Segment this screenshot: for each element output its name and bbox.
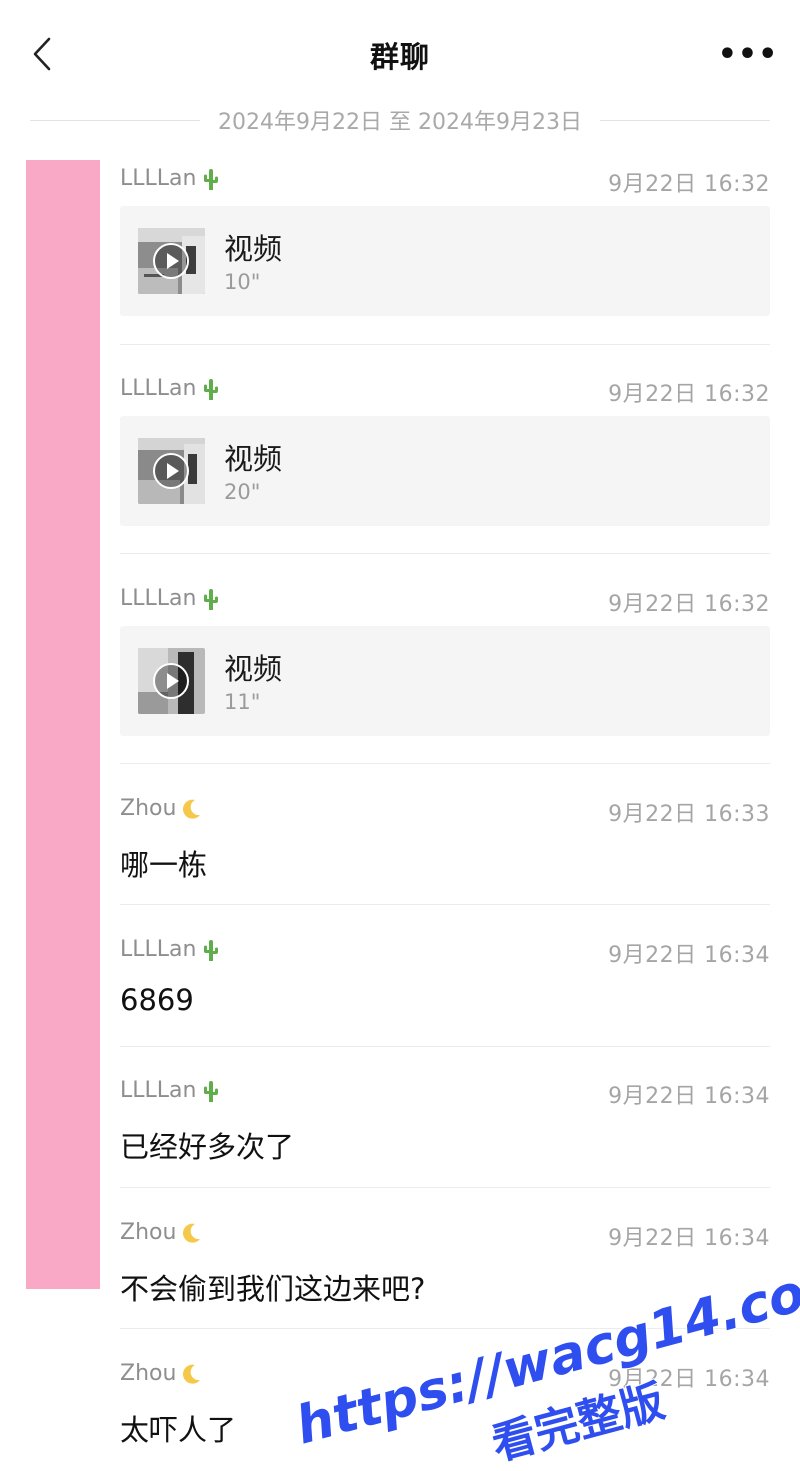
message-time: 9月22日 16:34 [608, 943, 770, 968]
message-divider [120, 904, 770, 905]
page-title: 群聊 [369, 40, 430, 74]
message-divider [120, 553, 770, 554]
more-button[interactable]: ••• [718, 36, 778, 72]
message-item: LLLLan 9月22日 16:32 视频 11" [120, 582, 770, 736]
video-label: 视频 [224, 232, 283, 266]
video-duration: 11" [224, 690, 261, 714]
play-icon [153, 453, 189, 489]
message-divider [120, 1046, 770, 1047]
divider-left [30, 119, 201, 121]
date-range-separator: 2024年9月22日 至 2024年9月23日 [30, 104, 771, 136]
message-divider [120, 1328, 770, 1329]
crescent-moon-icon [180, 1222, 202, 1244]
sender-name: LLLLan [120, 376, 197, 401]
message-divider [120, 344, 770, 345]
date-range-text: 2024年9月22日 至 2024年9月23日 [218, 110, 582, 135]
sender-name: Zhou [120, 1220, 177, 1245]
sender-name: Zhou [120, 1361, 177, 1386]
crescent-moon-icon [180, 798, 202, 820]
sender-name: Zhou [120, 796, 177, 821]
video-duration: 10" [224, 270, 261, 294]
sender-name: LLLLan [120, 1078, 197, 1103]
video-thumbnail [138, 648, 205, 714]
message-text: 不会偷到我们这边来吧? [120, 1272, 426, 1306]
message-text: 太吓人了 [120, 1413, 237, 1447]
video-duration: 20" [224, 480, 261, 504]
video-label: 视频 [224, 442, 283, 476]
more-dots-icon: ••• [717, 36, 779, 72]
crescent-moon-icon [180, 1363, 202, 1385]
message-time: 9月22日 16:34 [608, 1084, 770, 1109]
video-message-card[interactable]: 视频 20" [120, 416, 770, 526]
video-message-card[interactable]: 视频 11" [120, 626, 770, 736]
message-item: Zhou 9月22日 16:34 不会偷到我们这边来吧? [120, 1216, 770, 1306]
cactus-icon [200, 167, 222, 191]
redaction-bar [26, 160, 100, 1289]
message-time: 9月22日 16:33 [608, 802, 770, 827]
sender-name: LLLLan [120, 937, 197, 962]
message-divider [120, 1187, 770, 1188]
message-time: 9月22日 16:32 [608, 382, 770, 407]
cactus-icon [200, 938, 222, 962]
play-icon [153, 243, 189, 279]
video-label: 视频 [224, 652, 283, 686]
nav-bar: 群聊 ••• [0, 0, 800, 108]
video-message-card[interactable]: 视频 10" [120, 206, 770, 316]
cactus-icon [200, 377, 222, 401]
cactus-icon [200, 587, 222, 611]
message-item: LLLLan 9月22日 16:34 6869 [120, 933, 770, 1017]
message-item: LLLLan 9月22日 16:34 已经好多次了 [120, 1074, 770, 1164]
sender-name: LLLLan [120, 586, 197, 611]
message-item: Zhou 9月22日 16:34 太吓人了 [120, 1357, 770, 1447]
message-time: 9月22日 16:32 [608, 172, 770, 197]
message-item: LLLLan 9月22日 16:32 视频 10" [120, 162, 770, 316]
message-time: 9月22日 16:32 [608, 592, 770, 617]
cactus-icon [200, 1079, 222, 1103]
message-item: LLLLan 9月22日 16:32 视频 20" [120, 372, 770, 526]
message-text: 哪一栋 [120, 848, 208, 882]
message-time: 9月22日 16:34 [608, 1226, 770, 1251]
play-icon [153, 663, 189, 699]
message-time: 9月22日 16:34 [608, 1367, 770, 1392]
video-thumbnail [138, 438, 205, 504]
message-item: Zhou 9月22日 16:33 哪一栋 [120, 792, 770, 882]
message-text: 6869 [120, 983, 194, 1017]
video-thumbnail [138, 228, 205, 294]
sender-name: LLLLan [120, 166, 197, 191]
message-divider [120, 763, 770, 764]
divider-right [599, 119, 771, 121]
message-text: 已经好多次了 [120, 1130, 295, 1164]
